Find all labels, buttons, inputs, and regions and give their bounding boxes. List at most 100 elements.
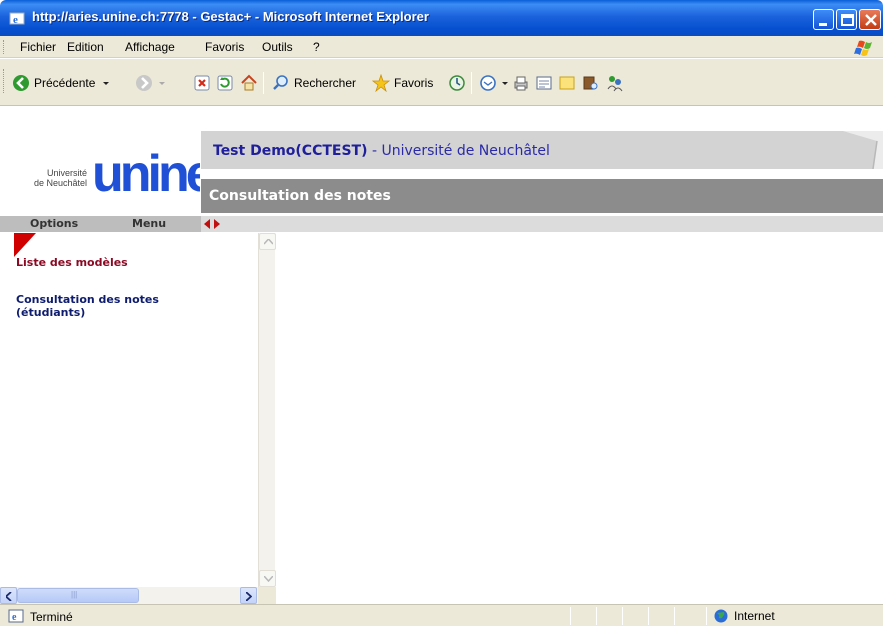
history-icon xyxy=(449,75,465,91)
windows-flag-icon xyxy=(851,38,879,57)
section-title-bar: Consultation des notes xyxy=(201,179,883,213)
menu-outils[interactable]: Outils xyxy=(262,40,293,54)
window-title: http://aries.unine.ch:7778 - Gestac+ - M… xyxy=(32,9,429,24)
status-separator xyxy=(706,607,707,625)
scroll-down-icon xyxy=(264,576,273,582)
search-icon xyxy=(273,75,288,90)
stop-icon xyxy=(194,75,210,91)
menu-bar: Fichier Edition Affichage Favoris Outils… xyxy=(0,36,883,58)
refresh-button[interactable] xyxy=(216,71,238,95)
menu-link[interactable]: Menu xyxy=(132,217,166,230)
options-menu-bar: Options Menu xyxy=(0,216,201,232)
stop-button[interactable] xyxy=(193,71,215,95)
maximize-button[interactable] xyxy=(836,9,857,30)
menu-help[interactable]: ? xyxy=(313,40,320,54)
options-link[interactable]: Options xyxy=(30,217,78,230)
side-menu-item-liste-modeles[interactable]: Liste des modèles xyxy=(16,256,128,269)
favorites-button[interactable]: Favoris xyxy=(372,71,433,95)
internet-explorer-icon: e xyxy=(9,12,25,26)
minimize-button[interactable] xyxy=(813,9,834,30)
back-arrow-icon xyxy=(13,75,29,91)
star-icon xyxy=(372,74,390,92)
logo-text-neuchatel: de Neuchâtel xyxy=(33,178,87,188)
active-item-marker xyxy=(14,233,36,257)
status-separator xyxy=(570,607,571,625)
mail-icon xyxy=(480,75,496,91)
maximize-icon xyxy=(841,14,854,26)
print-button[interactable] xyxy=(512,71,534,95)
status-separator xyxy=(622,607,623,625)
scroll-left-icon xyxy=(6,592,12,601)
logo-text-universite: Université xyxy=(46,168,87,178)
note-icon xyxy=(559,76,575,90)
collapse-menu-arrows-icon[interactable] xyxy=(204,219,220,229)
menubar-grip[interactable] xyxy=(3,40,6,54)
menu-affichage[interactable]: Affichage xyxy=(125,40,175,54)
side-menu-item-consultation-notes[interactable]: Consultation des notes (étudiants) xyxy=(16,293,206,319)
options-bar-right xyxy=(201,216,883,232)
search-button[interactable]: Rechercher xyxy=(272,71,356,95)
status-separator xyxy=(674,607,675,625)
unine-logo: Université de Neuchâtel unine xyxy=(25,149,200,199)
horizontal-scroll-thumb[interactable] xyxy=(17,588,139,603)
menu-fichier[interactable]: Fichier xyxy=(20,40,56,54)
menu-favoris[interactable]: Favoris xyxy=(205,40,244,54)
forward-dropdown-icon xyxy=(159,82,165,85)
scroll-right-icon xyxy=(246,592,252,601)
minimize-icon xyxy=(819,23,827,26)
toolbar-separator xyxy=(263,72,264,94)
close-button[interactable] xyxy=(859,9,881,30)
research-button[interactable] xyxy=(582,71,604,95)
edit-button[interactable] xyxy=(535,71,557,95)
refresh-icon xyxy=(217,75,233,91)
side-menu-horizontal-scrollbar[interactable] xyxy=(0,587,258,604)
scroll-left-button[interactable] xyxy=(0,587,17,604)
messenger-button[interactable] xyxy=(606,71,628,95)
research-book-icon xyxy=(583,76,598,90)
messenger-icon xyxy=(607,76,623,92)
history-button[interactable] xyxy=(448,71,470,95)
favorites-label: Favoris xyxy=(394,76,434,90)
home-button[interactable] xyxy=(240,71,262,95)
logo-wordmark: unine xyxy=(92,149,200,199)
page-viewport: Université de Neuchâtel unine Test Demo(… xyxy=(0,107,883,604)
window-title-bar[interactable]: e http://aries.unine.ch:7778 - Gestac+ -… xyxy=(0,0,883,36)
header-corner-decoration xyxy=(843,131,883,169)
scroll-up-button[interactable] xyxy=(259,233,276,250)
back-dropdown-icon xyxy=(103,82,110,85)
svg-text:e: e xyxy=(12,612,17,623)
toolbar-grip[interactable] xyxy=(3,69,6,93)
scroll-down-button[interactable] xyxy=(259,570,276,587)
scrollbar-corner xyxy=(258,587,276,604)
search-label: Rechercher xyxy=(294,76,357,90)
printer-icon xyxy=(514,76,528,91)
mail-dropdown-icon xyxy=(502,82,508,85)
status-separator xyxy=(596,607,597,625)
scroll-up-icon xyxy=(264,239,273,245)
back-button[interactable]: Précédente xyxy=(12,71,111,95)
side-menu-vertical-scrollbar[interactable] xyxy=(258,233,276,587)
header-user-banner: Test Demo(CCTEST) - Université de Neuchâ… xyxy=(201,131,883,169)
home-icon xyxy=(241,74,257,91)
security-zone[interactable]: Internet xyxy=(714,609,775,623)
globe-icon xyxy=(714,609,728,623)
status-text: Terminé xyxy=(30,610,73,624)
forward-button[interactable] xyxy=(135,71,167,95)
menu-edition[interactable]: Edition xyxy=(67,40,104,54)
edit-page-icon xyxy=(536,76,552,90)
status-separator xyxy=(648,607,649,625)
scroll-right-button[interactable] xyxy=(240,587,257,604)
side-menu-frame: Liste des modèles Consultation des notes… xyxy=(0,233,276,604)
page-title: Consultation des notes xyxy=(209,188,391,204)
unine-logo-mark: unine xyxy=(92,149,200,199)
page-loaded-icon: e xyxy=(8,609,24,623)
security-zone-label: Internet xyxy=(734,609,775,623)
forward-arrow-icon xyxy=(136,75,152,91)
toolbar-separator xyxy=(471,72,472,94)
status-bar: e Terminé Internet xyxy=(0,604,883,626)
mail-button[interactable] xyxy=(479,71,509,95)
back-label: Précédente xyxy=(34,76,96,90)
close-icon xyxy=(865,14,877,26)
discuss-button[interactable] xyxy=(558,71,580,95)
header-institution: Université de Neuchâtel xyxy=(381,143,550,159)
